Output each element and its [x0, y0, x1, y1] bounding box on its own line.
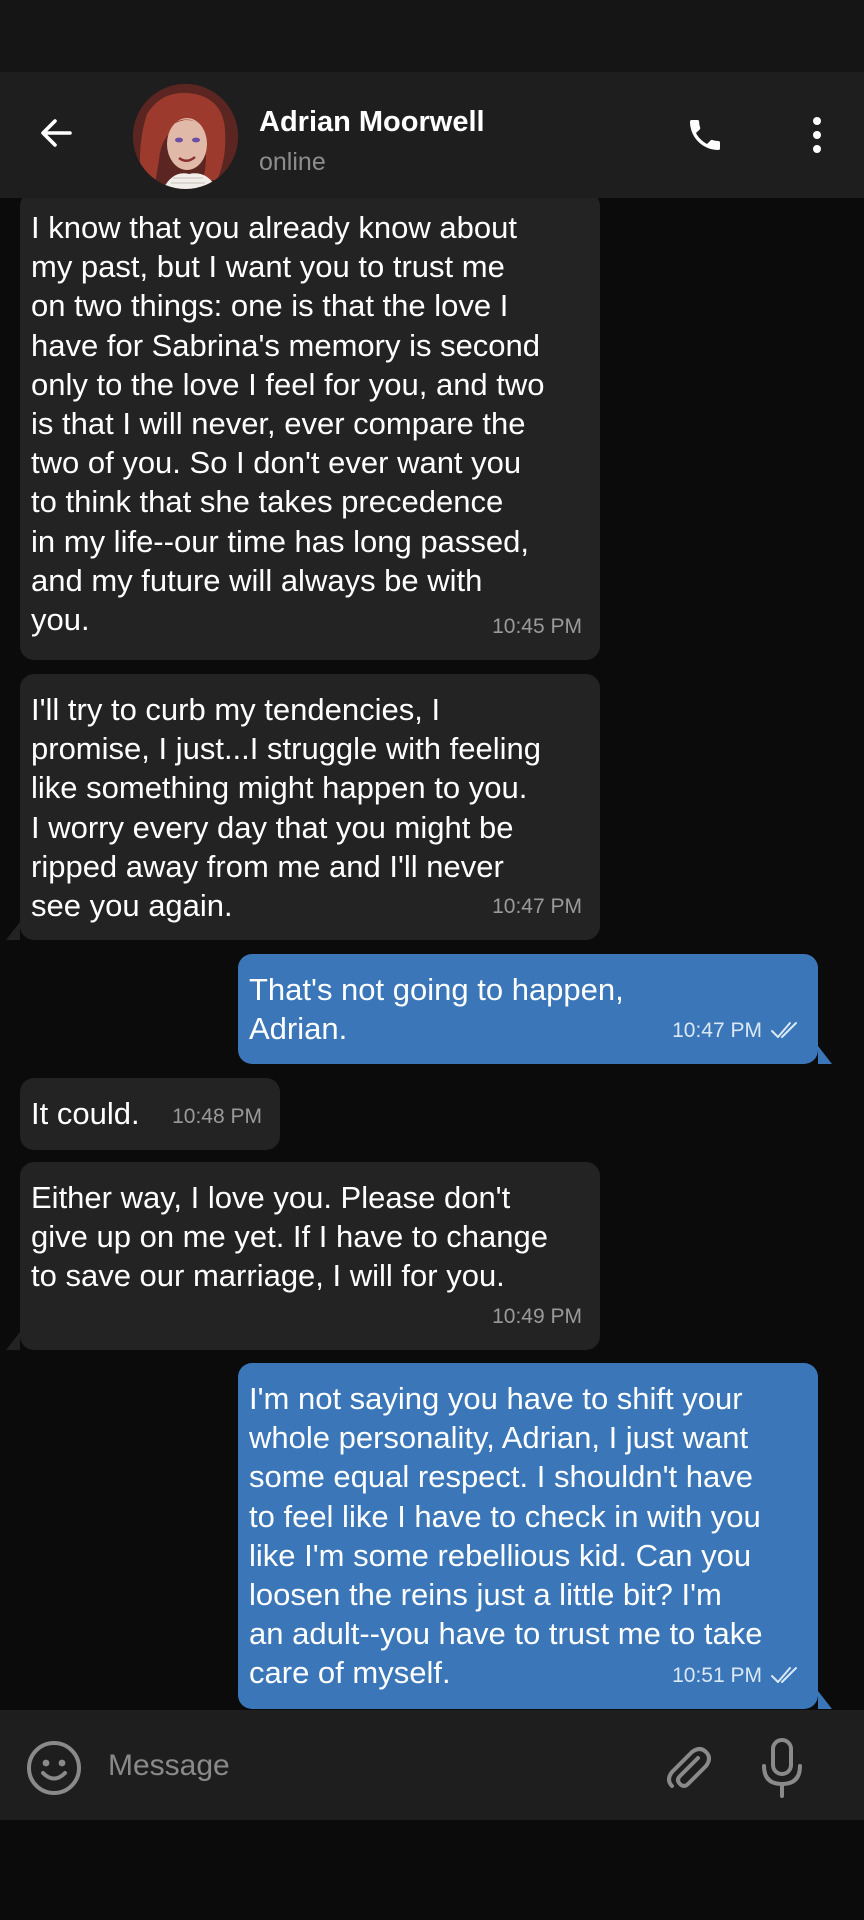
emoji-button[interactable] — [26, 1740, 82, 1796]
contact-name[interactable]: Adrian Moorwell — [259, 106, 485, 139]
smiley-icon — [27, 1741, 81, 1795]
message-composer — [0, 1710, 864, 1820]
system-navigation-bar — [0, 1820, 864, 1920]
bubble-tail — [6, 1332, 20, 1350]
message-time-label: 10:51 PM — [672, 1663, 762, 1687]
voice-record-button[interactable] — [754, 1736, 810, 1800]
phone-icon — [690, 120, 720, 150]
message-text: Either way, I love you. Please don't giv… — [31, 1180, 548, 1294]
message-text: I'm not saying you have to shift your wh… — [249, 1381, 763, 1691]
more-options-button[interactable] — [800, 110, 834, 160]
bubble-tail — [6, 922, 20, 940]
bubble-tail — [818, 1691, 832, 1709]
message-bubble[interactable]: I'll try to curb my tendencies, I promis… — [6, 674, 600, 940]
message-bubble[interactable]: It could. 10:48 PM — [20, 1078, 280, 1150]
message-input[interactable] — [108, 1738, 628, 1794]
double-check-icon — [770, 1665, 800, 1685]
message-text: I know that you already know about my pa… — [31, 210, 545, 638]
message-list[interactable]: I know that you already know about my pa… — [0, 198, 864, 1710]
bubble-tail — [818, 1046, 832, 1064]
message-time: 10:47 PM — [672, 1011, 800, 1050]
chat-header: Adrian Moorwell online — [0, 72, 864, 198]
back-button[interactable] — [30, 107, 82, 159]
more-vertical-icon — [813, 117, 821, 153]
attach-button[interactable] — [660, 1740, 716, 1796]
avatar[interactable] — [133, 84, 238, 189]
message-time-label: 10:47 PM — [672, 1018, 762, 1042]
message-time: 10:47 PM — [492, 894, 582, 918]
double-check-icon — [770, 1020, 800, 1040]
paperclip-icon — [667, 1747, 711, 1788]
message-time: 10:51 PM — [672, 1656, 800, 1695]
message-time: 10:48 PM — [172, 1104, 262, 1128]
call-button[interactable] — [680, 110, 730, 160]
message-time: 10:49 PM — [492, 1304, 582, 1328]
message-bubble[interactable]: Either way, I love you. Please don't giv… — [6, 1162, 600, 1350]
arrow-left-icon — [41, 119, 72, 147]
status-bar — [0, 0, 864, 72]
message-bubble[interactable]: I'm not saying you have to shift your wh… — [238, 1363, 832, 1709]
contact-status: online — [259, 148, 326, 176]
microphone-icon — [762, 1738, 802, 1798]
message-time: 10:45 PM — [492, 614, 582, 638]
avatar-illustration — [133, 84, 238, 189]
message-bubble[interactable]: That's not going to happen, Adrian. 10:4… — [238, 954, 832, 1064]
message-bubble[interactable]: I know that you already know about my pa… — [20, 198, 600, 660]
